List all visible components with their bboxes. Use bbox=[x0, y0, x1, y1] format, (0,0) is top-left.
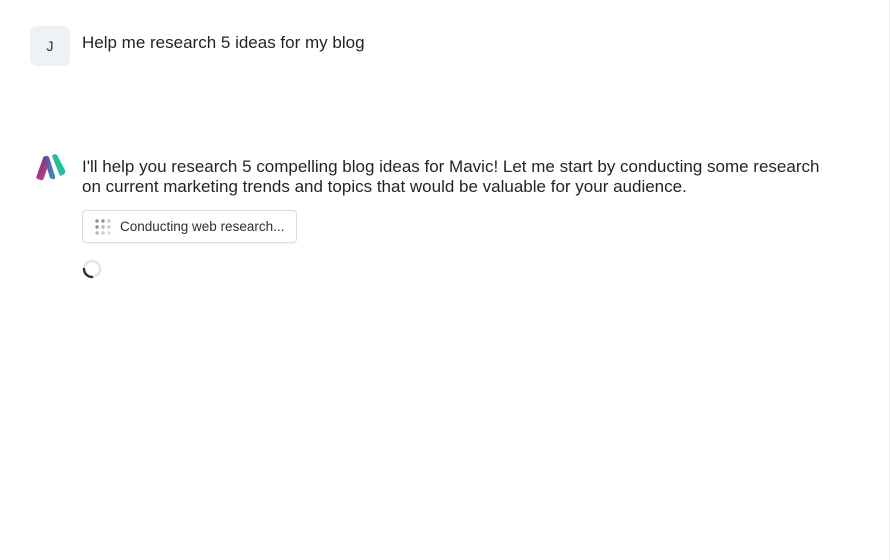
user-avatar: J bbox=[30, 26, 70, 66]
assistant-message-text: I'll help you research 5 compelling blog… bbox=[82, 157, 820, 196]
user-message: J Help me research 5 ideas for my blog bbox=[30, 26, 365, 66]
spinner-icon bbox=[82, 259, 102, 279]
user-message-text: Help me research 5 ideas for my blog bbox=[82, 33, 365, 52]
assistant-body: I'll help you research 5 compelling blog… bbox=[82, 157, 842, 284]
tool-status-label: Conducting web research... bbox=[120, 219, 285, 234]
chat-view: J Help me research 5 ideas for my blog I… bbox=[0, 0, 890, 560]
avatar-initial: J bbox=[46, 38, 54, 54]
dots-grid-icon bbox=[95, 218, 111, 235]
web-research-status-chip[interactable]: Conducting web research... bbox=[82, 210, 298, 243]
loading-indicator bbox=[82, 243, 842, 284]
mavic-logo-icon bbox=[36, 154, 66, 181]
